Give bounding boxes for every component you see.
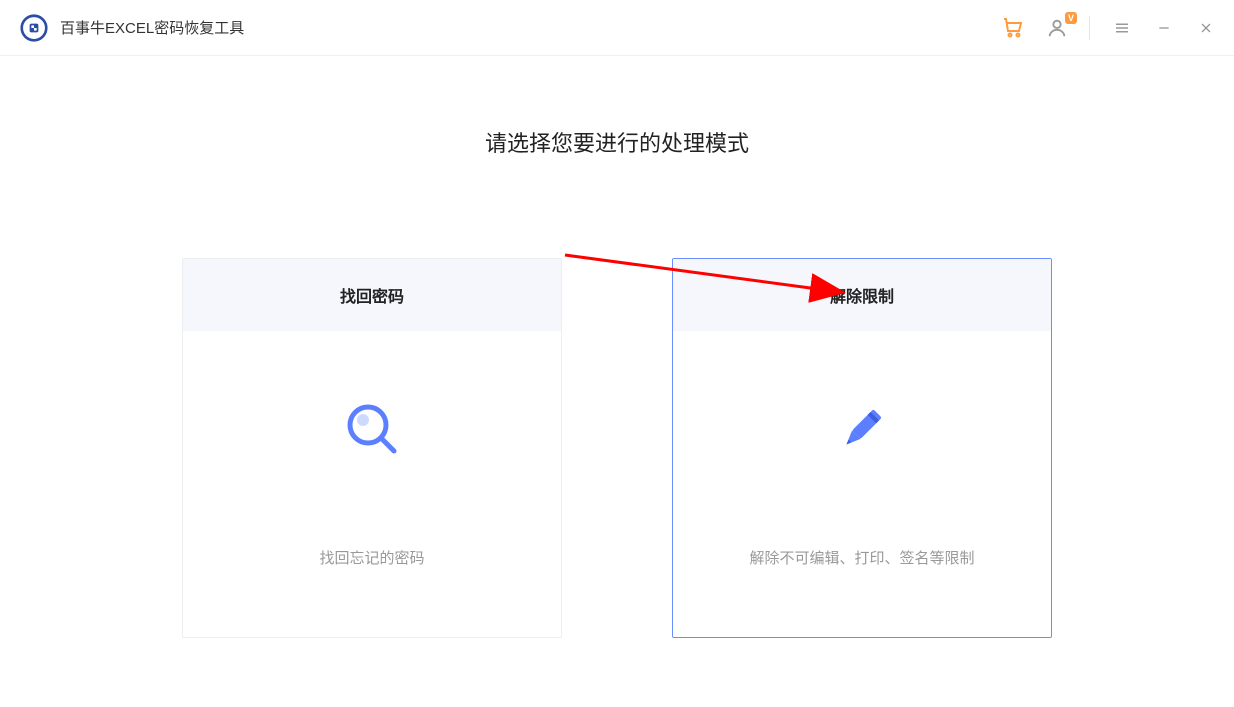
pencil-icon [834, 401, 890, 457]
cards-container: 找回密码 找回忘记的密码 解除限制 [0, 258, 1234, 638]
card-header: 找回密码 [183, 259, 561, 331]
card-description: 解除不可编辑、打印、签名等限制 [749, 547, 974, 568]
app-logo-icon [20, 14, 48, 42]
card-body: 解除不可编辑、打印、签名等限制 [673, 331, 1051, 637]
header-right: V [1001, 16, 1218, 40]
user-icon[interactable]: V [1045, 16, 1069, 40]
magnifier-icon [344, 401, 400, 457]
header-left: 百事牛EXCEL密码恢复工具 [20, 14, 244, 42]
card-title: 解除限制 [673, 283, 1051, 307]
window-controls [1110, 16, 1218, 40]
card-body: 找回忘记的密码 [183, 331, 561, 637]
main-content: 请选择您要进行的处理模式 找回密码 找回忘记的密码 解除限制 [0, 56, 1234, 638]
main-heading: 请选择您要进行的处理模式 [0, 126, 1234, 158]
mode-card-recover-password[interactable]: 找回密码 找回忘记的密码 [182, 258, 562, 638]
mode-card-remove-restrictions[interactable]: 解除限制 解除不可编辑、打印、签名等限制 [672, 258, 1052, 638]
vip-badge: V [1065, 12, 1077, 24]
app-header: 百事牛EXCEL密码恢复工具 V [0, 0, 1234, 56]
close-icon[interactable] [1194, 16, 1218, 40]
card-header: 解除限制 [673, 259, 1051, 331]
minimize-icon[interactable] [1152, 16, 1176, 40]
header-separator [1089, 16, 1090, 40]
app-title: 百事牛EXCEL密码恢复工具 [60, 17, 244, 38]
card-description: 找回忘记的密码 [319, 547, 424, 568]
cart-icon[interactable] [1001, 16, 1025, 40]
menu-icon[interactable] [1110, 16, 1134, 40]
card-title: 找回密码 [183, 283, 561, 307]
